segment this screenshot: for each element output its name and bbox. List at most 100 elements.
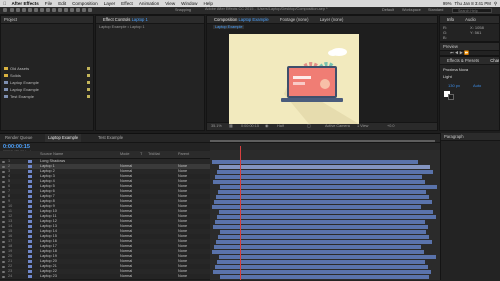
visibility-icon[interactable] (2, 210, 5, 213)
playback-controls-icon[interactable]: ⏮ ◀ ▶ ⏩ (450, 50, 469, 55)
layer-duration-bar[interactable] (213, 224, 428, 229)
work-area-bar[interactable] (210, 140, 435, 142)
region-icon[interactable]: ▢ (307, 123, 311, 130)
visibility-icon[interactable] (2, 230, 5, 233)
spotlight-icon[interactable]: ⚲ (494, 1, 497, 7)
tab-laptop-example[interactable]: Laptop Example (45, 134, 82, 142)
tab-info[interactable]: Info (443, 16, 458, 23)
current-time-indicator[interactable] (240, 146, 241, 280)
label-color-swatch[interactable] (28, 205, 32, 208)
exposure-value[interactable]: +0.0 (387, 123, 395, 130)
visibility-icon[interactable] (2, 255, 5, 258)
menu-composition[interactable]: Composition (69, 1, 101, 6)
comp-flowchart-label[interactable]: Laptop Example (213, 25, 245, 29)
layer-duration-bar[interactable] (214, 199, 432, 204)
visibility-icon[interactable] (2, 185, 5, 188)
workspace-default[interactable]: Default (382, 8, 394, 12)
menu-help[interactable]: Help (200, 1, 215, 6)
layer-mode[interactable]: Normal (120, 274, 132, 279)
label-color-swatch[interactable] (28, 245, 32, 248)
label-color-swatch[interactable] (28, 275, 32, 278)
camera-tool-icon[interactable] (34, 8, 38, 12)
layer-duration-bar[interactable] (215, 219, 425, 224)
label-color-swatch[interactable] (28, 170, 32, 173)
layer-duration-bar[interactable] (213, 179, 425, 184)
layer-duration-bar[interactable] (217, 259, 425, 264)
label-color-swatch[interactable] (28, 240, 32, 243)
tab-test-example[interactable]: Test Example (95, 134, 126, 142)
visibility-icon[interactable] (2, 235, 5, 238)
visibility-icon[interactable] (2, 260, 5, 263)
battery-status[interactable]: 99% (443, 1, 452, 6)
tab-footage[interactable]: Footage (none) (276, 16, 313, 23)
layer-duration-bar[interactable] (220, 229, 426, 234)
label-color-swatch[interactable] (28, 225, 32, 228)
visibility-icon[interactable] (2, 250, 5, 253)
pan-behind-tool-icon[interactable] (40, 8, 44, 12)
menu-view[interactable]: View (162, 1, 178, 6)
layer-duration-bar[interactable] (213, 269, 431, 274)
layer-duration-bar[interactable] (212, 159, 418, 164)
eraser-tool-icon[interactable] (76, 8, 80, 12)
magnification-dropdown[interactable]: 35.1% (211, 123, 222, 130)
project-item[interactable]: Laptop Example (4, 80, 39, 85)
selection-tool-icon[interactable] (10, 8, 14, 12)
grid-icon[interactable]: ▦ (229, 123, 233, 130)
layer-duration-bar[interactable] (219, 164, 430, 169)
layer-duration-bar[interactable] (220, 184, 437, 189)
snapping-toggle[interactable]: Snapping (175, 8, 191, 12)
layer-duration-bar[interactable] (216, 194, 429, 199)
stroke-color-swatch[interactable] (448, 94, 454, 100)
shape-tool-icon[interactable] (46, 8, 50, 12)
hand-tool-icon[interactable] (16, 8, 20, 12)
puppet-tool-icon[interactable] (88, 8, 92, 12)
visibility-icon[interactable] (2, 215, 5, 218)
tab-composition[interactable]: Composition Laptop Example (210, 16, 273, 23)
menu-effect[interactable]: Effect (118, 1, 136, 6)
col-trkmat[interactable]: TrkMat (148, 151, 160, 158)
zoom-tool-icon[interactable] (22, 8, 26, 12)
layer-duration-bar[interactable] (216, 239, 432, 244)
search-help-input[interactable]: Search Help (452, 8, 492, 13)
tab-layer[interactable]: Layer (none) (316, 16, 348, 23)
font-size-field[interactable]: 130 px (448, 83, 460, 88)
col-parent[interactable]: Parent (178, 151, 189, 158)
label-color-swatch[interactable] (28, 190, 32, 193)
visibility-icon[interactable] (2, 180, 5, 183)
font-style-dropdown[interactable]: Light (443, 74, 452, 79)
label-color-swatch[interactable] (28, 215, 32, 218)
clock[interactable]: Thu Jan 8 3:41 PM (455, 1, 491, 6)
col-t[interactable]: T (140, 151, 142, 158)
layer-parent[interactable]: None (178, 274, 187, 279)
tab-audio[interactable]: Audio (461, 16, 480, 23)
tab-effect-controls[interactable]: Effect Controls Laptop 1 (99, 16, 152, 23)
layer-duration-bar[interactable] (219, 254, 436, 259)
label-color-swatch[interactable] (28, 200, 32, 203)
workspace-standard[interactable]: Standard (428, 8, 443, 12)
label-color-swatch[interactable] (28, 185, 32, 188)
visibility-icon[interactable] (2, 200, 5, 203)
menu-edit[interactable]: Edit (55, 1, 69, 6)
camera-dropdown[interactable]: Active Camera (325, 123, 350, 130)
label-color-swatch[interactable] (87, 81, 90, 84)
layer-duration-bar[interactable] (220, 274, 429, 279)
type-tool-icon[interactable] (58, 8, 62, 12)
label-color-swatch[interactable] (28, 235, 32, 238)
font-family-dropdown[interactable]: Proxima Nova (443, 67, 468, 72)
project-item[interactable]: Solids (4, 73, 21, 78)
visibility-icon[interactable] (2, 175, 5, 178)
rotate-tool-icon[interactable] (28, 8, 32, 12)
leading-field[interactable]: Auto (473, 83, 481, 88)
visibility-icon[interactable] (2, 225, 5, 228)
visibility-icon[interactable] (2, 165, 5, 168)
workspace-workspace[interactable]: Workspace (402, 8, 421, 12)
label-color-swatch[interactable] (87, 88, 90, 91)
label-color-swatch[interactable] (28, 165, 32, 168)
views-dropdown[interactable]: 1 View (357, 123, 368, 130)
project-item[interactable]: Test Example (4, 94, 34, 99)
label-color-swatch[interactable] (28, 270, 32, 273)
apple-icon[interactable]:  (0, 1, 9, 6)
label-color-swatch[interactable] (28, 195, 32, 198)
label-color-swatch[interactable] (28, 260, 32, 263)
layer-duration-bar[interactable] (215, 174, 422, 179)
